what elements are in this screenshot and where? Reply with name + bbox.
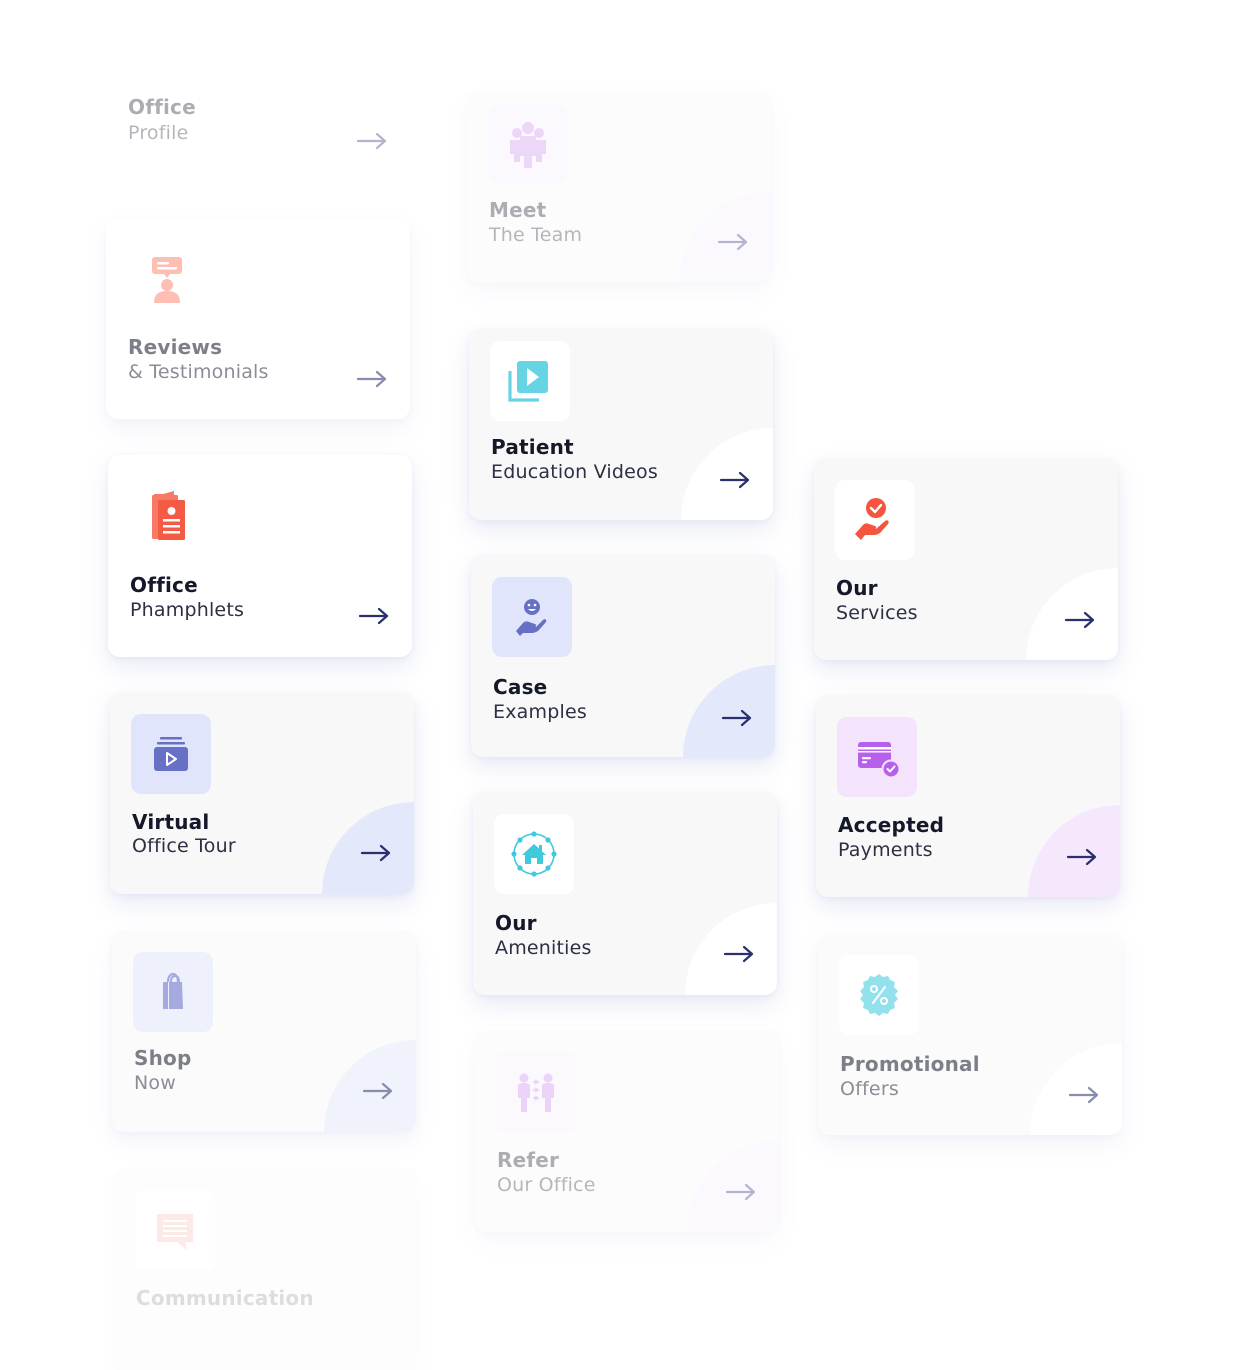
discount-badge-icon: [839, 955, 919, 1035]
pamphlet-icon: [129, 477, 209, 557]
card-our-amenities[interactable]: Our Amenities: [473, 792, 777, 995]
card-title: Virtual: [132, 810, 210, 834]
card-title: Promotional: [840, 1052, 980, 1076]
chat-bubble-icon: [135, 1190, 215, 1270]
card-title: Shop: [134, 1046, 192, 1070]
reviews-person-icon: [127, 239, 207, 319]
card-title: Office: [130, 573, 198, 597]
card-communication[interactable]: Communication: [114, 1168, 418, 1370]
card-shop-now[interactable]: Shop Now: [112, 930, 416, 1132]
smile-hand-icon: [492, 577, 572, 657]
arrow-right-icon[interactable]: [1066, 847, 1098, 867]
home-network-icon: [494, 814, 574, 894]
card-title: Refer: [497, 1148, 560, 1172]
arrow-right-icon[interactable]: [721, 708, 753, 728]
card-virtual-office-tour[interactable]: Virtual Office Tour: [110, 692, 414, 894]
arrow-right-icon[interactable]: [1068, 1085, 1100, 1105]
card-refer-our-office[interactable]: Refer Our Office: [475, 1030, 779, 1232]
card-subtitle: Examples: [493, 701, 587, 723]
service-hand-check-icon: [835, 480, 915, 560]
arrow-right-icon[interactable]: [356, 131, 388, 151]
card-subtitle: Phamphlets: [130, 599, 245, 621]
card-subtitle: Profile: [128, 122, 189, 144]
card-case-examples[interactable]: Case Examples: [471, 555, 775, 757]
team-icon: [488, 104, 568, 184]
card-office-pamphlets[interactable]: Office Phamphlets: [108, 455, 412, 657]
shopping-bag-icon: [133, 952, 213, 1032]
card-title: Accepted: [838, 813, 945, 837]
card-title: Communication: [136, 1286, 314, 1310]
card-office-profile[interactable]: Office Profile: [106, 0, 410, 182]
card-subtitle: Our Office: [497, 1174, 596, 1196]
card-title: Our: [495, 911, 537, 935]
card-title: Reviews: [128, 335, 223, 359]
card-title: Meet: [489, 198, 547, 222]
card-promotional-offers[interactable]: Promotional Offers: [818, 933, 1122, 1135]
card-subtitle: Payments: [838, 839, 933, 861]
card-subtitle: Now: [134, 1072, 176, 1094]
card-patient-education-videos[interactable]: Patient Education Videos: [469, 329, 773, 520]
card-accepted-payments[interactable]: Accepted Payments: [816, 695, 1120, 897]
video-library-icon: [490, 341, 570, 421]
card-reviews[interactable]: Reviews & Testimonials: [106, 219, 410, 419]
arrow-right-icon[interactable]: [723, 944, 755, 964]
card-title: Office: [128, 95, 196, 119]
arrow-right-icon[interactable]: [1064, 610, 1096, 630]
card-subtitle: & Testimonials: [128, 361, 269, 383]
arrow-right-icon[interactable]: [358, 606, 390, 626]
card-title: Patient: [491, 435, 574, 459]
card-title: Our: [836, 576, 878, 600]
credit-card-check-icon: [837, 717, 917, 797]
card-meet-the-team[interactable]: Meet The Team: [467, 92, 771, 283]
arrow-right-icon[interactable]: [719, 470, 751, 490]
card-subtitle: Amenities: [495, 937, 592, 959]
arrow-right-icon[interactable]: [360, 843, 392, 863]
card-subtitle: Offers: [840, 1078, 899, 1100]
card-subtitle: Services: [836, 602, 918, 624]
card-subtitle: Office Tour: [132, 835, 236, 857]
card-subtitle: The Team: [489, 224, 583, 246]
referral-icon: [496, 1052, 576, 1132]
video-tour-icon: [131, 714, 211, 794]
card-title: Case: [493, 675, 548, 699]
card-subtitle: Education Videos: [491, 461, 658, 483]
card-our-services[interactable]: Our Services: [814, 458, 1118, 660]
arrow-right-icon[interactable]: [356, 369, 388, 389]
arrow-right-icon[interactable]: [362, 1081, 394, 1101]
arrow-right-icon[interactable]: [717, 232, 749, 252]
arrow-right-icon[interactable]: [725, 1182, 757, 1202]
